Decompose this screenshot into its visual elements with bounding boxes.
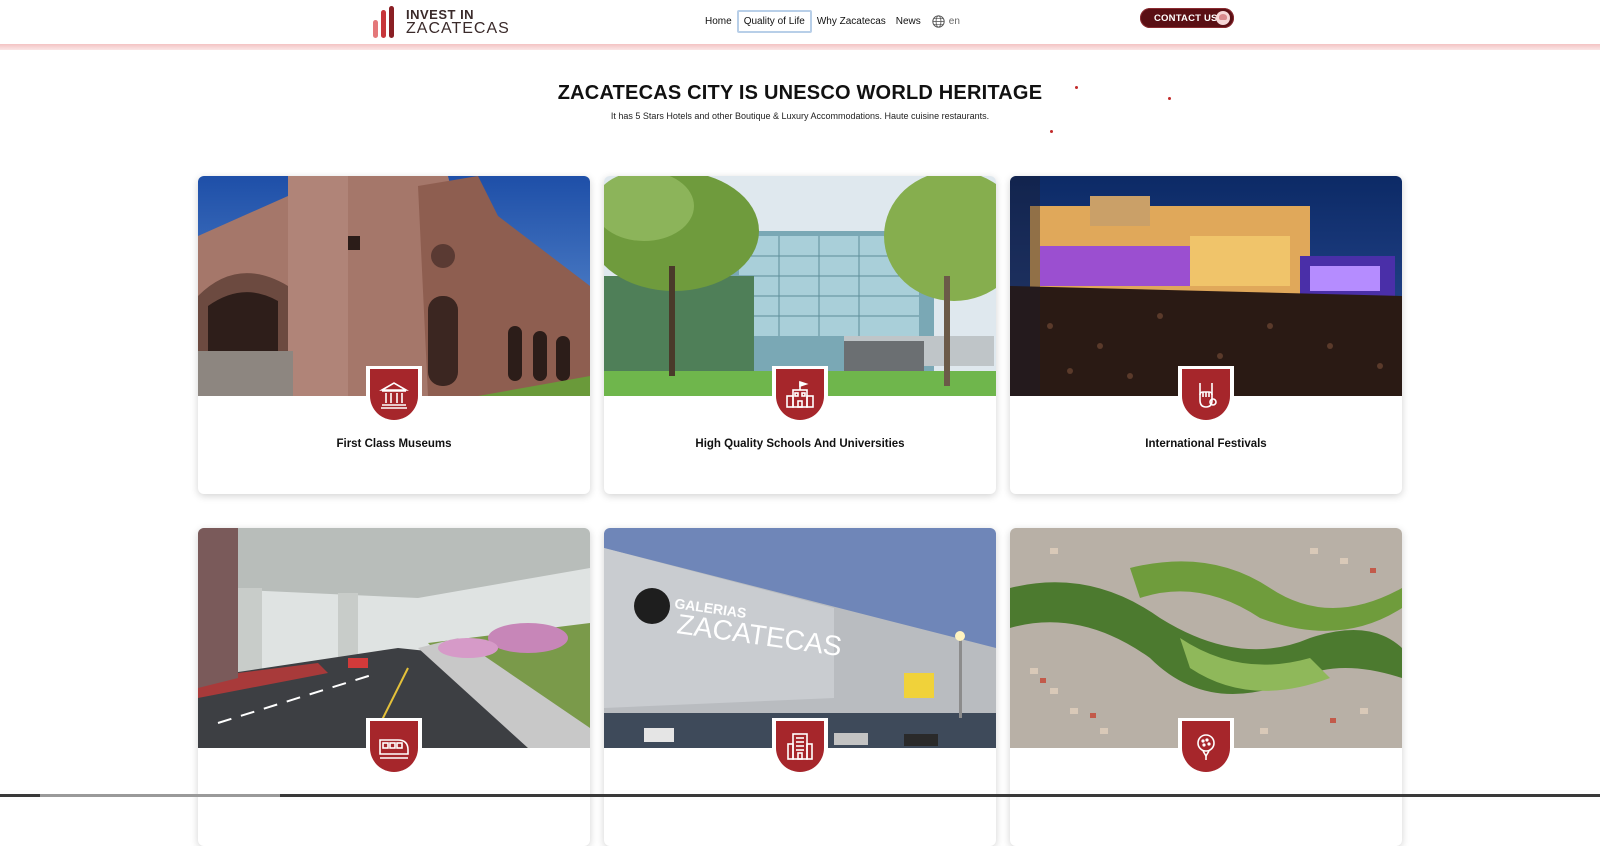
contact-chat-icon (1216, 11, 1230, 25)
rock-hand-icon (1199, 382, 1217, 408)
golf-course-photo (1010, 528, 1402, 748)
main-nav: Home Quality of Life Why Zacatecas News … (700, 8, 960, 34)
card-golf[interactable] (1010, 528, 1402, 846)
card-icon-badge (772, 718, 828, 776)
logo-line2: ZACATECAS (406, 20, 510, 37)
card-museums[interactable]: First Class Museums (198, 176, 590, 494)
card-transport[interactable] (198, 528, 590, 846)
card-shopping[interactable]: GALERIAS ZACATECAS (604, 528, 996, 846)
museum-icon (379, 381, 409, 409)
school-icon (786, 380, 814, 408)
decor-dot (1075, 86, 1078, 89)
site-header: INVEST IN ZACATECAS Home Quality of Life… (0, 0, 1600, 46)
decor-dot (1168, 97, 1171, 100)
card-icon-badge (1178, 366, 1234, 424)
train-icon (379, 738, 409, 759)
site-logo[interactable]: INVEST IN ZACATECAS (372, 5, 510, 39)
card-icon-badge (1178, 718, 1234, 776)
page-title: ZACATECAS CITY IS UNESCO WORLD HERITAGE (557, 82, 1043, 104)
card-festivals[interactable]: International Festivals (1010, 176, 1402, 494)
card-icon-badge (366, 366, 422, 424)
festival-photo (1010, 176, 1402, 396)
contact-us-label: CONTACT US (1154, 12, 1218, 24)
card-icon-badge (366, 718, 422, 776)
nav-news[interactable]: News (891, 13, 926, 30)
museum-photo (198, 176, 590, 396)
shopping-mall-photo: GALERIAS ZACATECAS (604, 528, 996, 748)
language-selector[interactable]: en (932, 14, 960, 28)
school-photo (604, 176, 996, 396)
header-divider (0, 44, 1600, 50)
transport-photo (198, 528, 590, 748)
contact-us-button[interactable]: CONTACT US (1140, 8, 1234, 28)
nav-home[interactable]: Home (700, 13, 737, 30)
card-title: High Quality Schools And Universities (695, 438, 905, 450)
building-icon (787, 732, 813, 760)
page-subtitle: It has 5 Stars Hotels and other Boutique… (610, 111, 990, 121)
card-title: International Festivals (1145, 438, 1267, 450)
card-schools[interactable]: High Quality Schools And Universities (604, 176, 996, 494)
logo-mark-icon (372, 6, 400, 38)
card-icon-badge (772, 366, 828, 424)
globe-icon (932, 14, 945, 28)
decor-dot (1050, 130, 1053, 133)
nav-why-zacatecas[interactable]: Why Zacatecas (812, 13, 891, 30)
language-label: en (948, 15, 960, 27)
nav-quality-of-life[interactable]: Quality of Life (736, 9, 812, 33)
card-title: First Class Museums (336, 438, 452, 450)
golf-icon (1197, 733, 1215, 760)
